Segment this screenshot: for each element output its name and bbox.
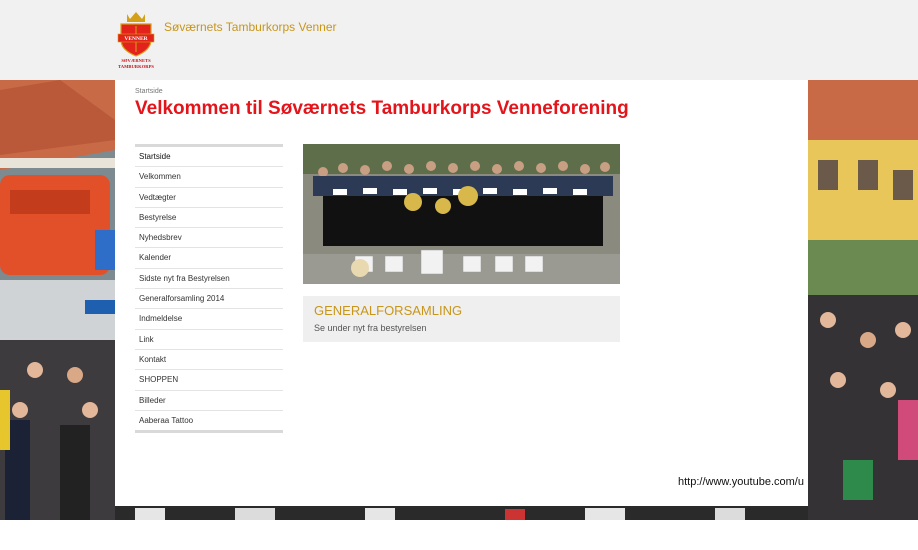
sidebar-item-generalforsamling[interactable]: Generalforsamling 2014 — [135, 289, 283, 310]
crown-shield-icon — [117, 12, 155, 57]
logo-badge-text: VENNER — [124, 36, 148, 42]
background-photo-right — [808, 80, 918, 520]
page-bottom-band — [0, 520, 918, 550]
content-panel: Startside Velkommen til Søværnets Tambur… — [115, 80, 808, 506]
youtube-link[interactable]: http://www.youtube.com/u — [678, 476, 808, 488]
band-group-photo — [303, 144, 620, 284]
sidebar-item-shoppen[interactable]: SHOPPEN — [135, 370, 283, 391]
breadcrumb[interactable]: Startside — [135, 88, 163, 95]
notice-box: GENERALFORSAMLING Se under nyt fra besty… — [303, 296, 620, 342]
sidebar-item-sidste-nyt[interactable]: Sidste nyt fra Bestyrelsen — [135, 269, 283, 290]
site-header: VENNER SØVÆRNETS TAMBURKORPS Søværnets T… — [0, 0, 918, 80]
logo-caption-line1: SØVÆRNETS — [121, 58, 151, 63]
sidebar-item-startside[interactable]: Startside — [135, 147, 283, 168]
sidebar-nav: Startside Velkommen Vedtægter Bestyrelse… — [135, 144, 283, 434]
sidebar-item-kalender[interactable]: Kalender — [135, 248, 283, 269]
sidebar-item-velkommen[interactable]: Velkommen — [135, 167, 283, 188]
sidebar-item-nyhedsbrev[interactable]: Nyhedsbrev — [135, 228, 283, 249]
notice-title[interactable]: GENERALFORSAMLING — [314, 303, 462, 318]
sidebar-item-billeder[interactable]: Billeder — [135, 391, 283, 411]
site-name[interactable]: Søværnets Tamburkorps Venner — [164, 20, 337, 34]
background-photo-bottom — [115, 506, 808, 520]
sidebar-item-bestyrelse[interactable]: Bestyrelse — [135, 208, 283, 229]
sidebar-item-aaberaa-tattoo[interactable]: Aaberaa Tattoo — [135, 411, 283, 430]
notice-text: Se under nyt fra bestyrelsen — [314, 323, 427, 333]
sidebar-item-kontakt[interactable]: Kontakt — [135, 350, 283, 371]
sidebar-item-indmeldelse[interactable]: Indmeldelse — [135, 309, 283, 330]
sidebar-item-link[interactable]: Link — [135, 330, 283, 350]
logo[interactable]: VENNER SØVÆRNETS TAMBURKORPS — [115, 10, 157, 70]
background-photo-left — [0, 80, 115, 520]
page-title: Velkommen til Søværnets Tamburkorps Venn… — [135, 98, 629, 119]
logo-caption-line2: TAMBURKORPS — [118, 64, 154, 69]
sidebar-item-vedtaegter[interactable]: Vedtægter — [135, 188, 283, 208]
